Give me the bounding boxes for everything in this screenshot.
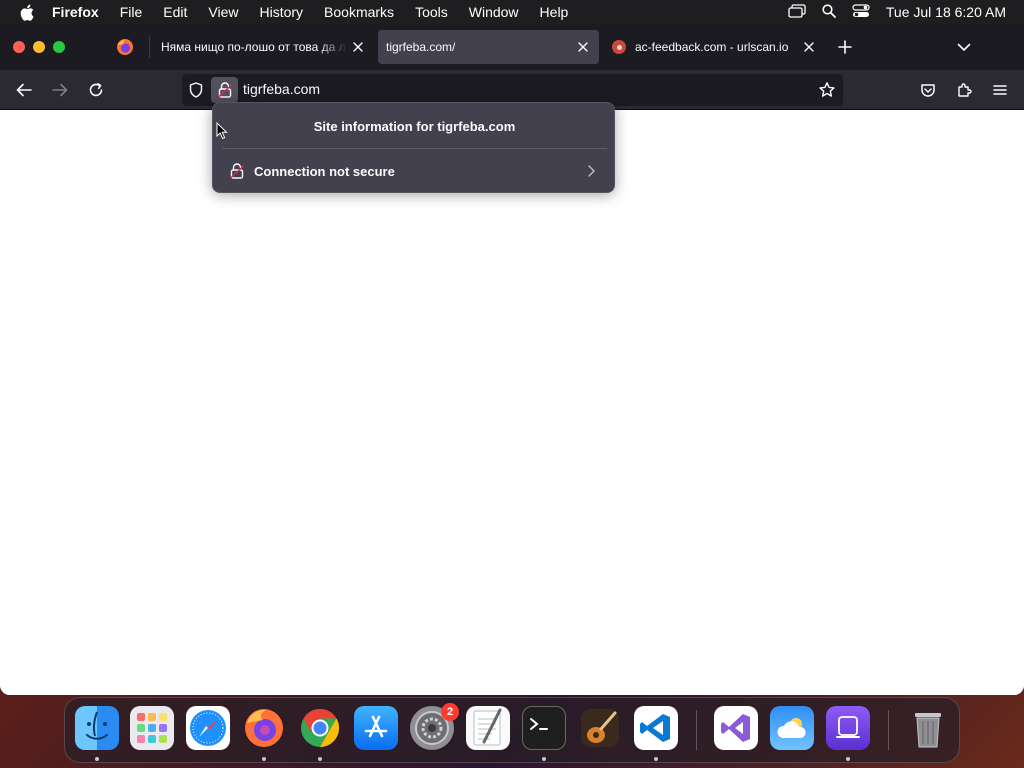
pocket-icon[interactable] bbox=[918, 80, 938, 100]
window-close-button[interactable] bbox=[13, 41, 25, 53]
finder-icon[interactable] bbox=[75, 706, 119, 750]
list-all-tabs-chevron-down-icon[interactable] bbox=[955, 38, 973, 56]
tracking-protection-shield-icon[interactable] bbox=[188, 82, 204, 98]
running-indicator bbox=[262, 757, 266, 761]
menu-edit[interactable]: Edit bbox=[163, 4, 187, 20]
apple-menu-icon[interactable] bbox=[18, 3, 36, 21]
menu-view[interactable]: View bbox=[208, 4, 238, 20]
menu-file[interactable]: File bbox=[120, 4, 143, 20]
forward-arrow-icon[interactable] bbox=[50, 80, 70, 100]
url-text[interactable]: tigrfeba.com bbox=[243, 81, 320, 97]
close-icon[interactable] bbox=[801, 39, 817, 55]
tab-title: Няма нищо по-лошо от това да ле bbox=[161, 40, 347, 54]
system-settings-notification-badge: 2 bbox=[441, 703, 459, 721]
menu-tools[interactable]: Tools bbox=[415, 4, 448, 20]
running-indicator bbox=[542, 757, 546, 761]
tab-bar: Няма нищо по-лошо от това да ле tigrfeba… bbox=[0, 24, 1024, 70]
menu-app-firefox[interactable]: Firefox bbox=[52, 4, 99, 20]
window-minimize-button[interactable] bbox=[33, 41, 45, 53]
firefox-dock-icon[interactable] bbox=[242, 706, 286, 750]
terminal-icon[interactable] bbox=[522, 706, 566, 750]
hamburger-menu-icon[interactable] bbox=[990, 80, 1010, 100]
menu-help[interactable]: Help bbox=[540, 4, 569, 20]
mouse-cursor-icon bbox=[216, 121, 228, 140]
close-icon[interactable] bbox=[350, 39, 366, 55]
connection-status-label: Connection not secure bbox=[254, 164, 395, 179]
tab-tigrfeba[interactable]: tigrfeba.com/ bbox=[378, 30, 599, 64]
running-indicator bbox=[654, 757, 658, 761]
back-arrow-icon[interactable] bbox=[14, 80, 34, 100]
apple-configurator-icon[interactable] bbox=[826, 706, 870, 750]
firefox-view-icon[interactable] bbox=[116, 38, 134, 56]
trash-icon[interactable] bbox=[906, 706, 950, 750]
tab-bulgarian-article[interactable]: Няма нищо по-лошо от това да ле bbox=[150, 30, 374, 64]
control-center-icon[interactable] bbox=[852, 3, 870, 21]
running-indicator bbox=[95, 757, 99, 761]
screen-mirroring-icon[interactable] bbox=[788, 3, 806, 21]
site-info-title: Site information for tigrfeba.com bbox=[313, 119, 516, 134]
window-zoom-button[interactable] bbox=[53, 41, 65, 53]
running-indicator bbox=[846, 757, 850, 761]
macos-dock bbox=[64, 697, 960, 763]
tab-urlscan[interactable]: ac-feedback.com - urlscan.io bbox=[603, 30, 825, 64]
chevron-right-icon bbox=[584, 164, 598, 178]
urlscan-favicon-icon bbox=[612, 40, 626, 54]
bookmark-star-icon[interactable] bbox=[818, 81, 836, 99]
tab-title: ac-feedback.com - urlscan.io bbox=[635, 40, 789, 54]
close-icon[interactable] bbox=[575, 39, 591, 55]
vscode-icon[interactable] bbox=[634, 706, 678, 750]
chrome-icon[interactable] bbox=[298, 706, 342, 750]
spotlight-search-icon[interactable] bbox=[822, 3, 836, 21]
blank-page-content[interactable] bbox=[0, 110, 1024, 695]
macos-menu-bar: Firefox File Edit View History Bookmarks… bbox=[0, 0, 1024, 24]
extensions-puzzle-icon[interactable] bbox=[954, 80, 974, 100]
visual-studio-icon[interactable] bbox=[714, 706, 758, 750]
tab-title: tigrfeba.com/ bbox=[386, 40, 456, 54]
insecure-lock-icon[interactable] bbox=[211, 77, 238, 103]
launchpad-icon[interactable] bbox=[130, 706, 174, 750]
menubar-clock[interactable]: Tue Jul 18 6:20 AM bbox=[886, 4, 1006, 20]
insecure-lock-icon bbox=[229, 163, 246, 179]
app-store-icon[interactable] bbox=[354, 706, 398, 750]
reload-icon[interactable] bbox=[86, 80, 106, 100]
garageband-guitar-icon[interactable] bbox=[578, 706, 622, 750]
connection-not-secure-button[interactable]: Connection not secure bbox=[221, 155, 608, 187]
textedit-icon[interactable] bbox=[466, 706, 510, 750]
menu-window[interactable]: Window bbox=[469, 4, 519, 20]
new-tab-plus-icon[interactable] bbox=[836, 38, 854, 56]
menu-bookmarks[interactable]: Bookmarks bbox=[324, 4, 394, 20]
running-indicator bbox=[318, 757, 322, 761]
divider bbox=[222, 148, 607, 149]
weather-cloud-icon[interactable] bbox=[770, 706, 814, 750]
safari-icon[interactable] bbox=[186, 706, 230, 750]
site-information-panel: Site information for tigrfeba.com Connec… bbox=[212, 102, 615, 193]
menu-history[interactable]: History bbox=[259, 4, 303, 20]
dock-separator bbox=[888, 710, 889, 750]
dock-separator bbox=[696, 710, 697, 750]
